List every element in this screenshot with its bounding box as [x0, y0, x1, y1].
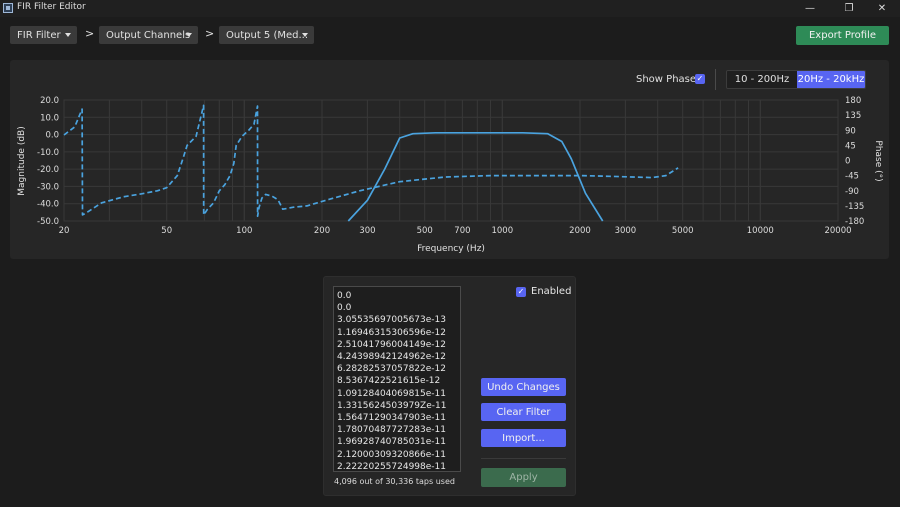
tap-value: 0.0 [337, 303, 352, 314]
close-icon[interactable]: ✕ [864, 0, 900, 17]
tap-value: 1.56471290347903e-11 [337, 413, 446, 424]
tap-value: 0.0 [337, 291, 352, 301]
tap-value: 1.16946315306596e-12 [337, 327, 446, 338]
output-label: Output 5 (Med... [226, 29, 309, 41]
filter-type-label: FIR Filter [17, 29, 61, 41]
range-option-full[interactable]: 20Hz - 20kHz [797, 71, 865, 88]
enabled-checkbox[interactable]: ✓ [516, 287, 526, 297]
minimize-icon[interactable]: — [792, 0, 828, 17]
chevron-down-icon [302, 33, 308, 37]
tap-value: 4.24398942124962e-12 [337, 352, 446, 363]
tap-value: 1.78070487727283e-11 [337, 425, 446, 436]
tap-value: 2.12000309320866e-11 [337, 449, 446, 460]
tap-value: 1.09128404069815e-11 [337, 388, 446, 399]
taps-used-text: 4,096 out of 30,336 taps used [334, 477, 455, 486]
show-phase-label: Show Phase [636, 74, 697, 85]
channel-group-dropdown[interactable]: Output Channels [99, 26, 198, 44]
tap-value: 6.28282537057822e-12 [337, 364, 446, 375]
tap-value: 3.05535697005673e-13 [337, 315, 446, 326]
apply-button[interactable]: Apply [481, 468, 566, 487]
divider [715, 69, 716, 90]
app-icon [3, 3, 13, 13]
clear-filter-button[interactable]: Clear Filter [481, 403, 566, 421]
tap-value: 1.3315624503979Ze-11 [337, 400, 447, 411]
filter-type-dropdown[interactable]: FIR Filter [10, 26, 77, 44]
export-profile-button[interactable]: Export Profile [796, 26, 889, 45]
output-dropdown[interactable]: Output 5 (Med... [219, 26, 314, 44]
import-button[interactable]: Import... [481, 429, 566, 447]
range-toggle: 10 - 200Hz 20Hz - 20kHz [726, 70, 866, 89]
breadcrumb-separator: > [205, 27, 215, 40]
chevron-down-icon [65, 33, 71, 37]
tap-value: 2.51041796004149e-12 [337, 339, 446, 350]
title-bar: FIR Filter Editor — ❐ ✕ [0, 0, 900, 17]
tap-value: 8.5367422521615e-12 [337, 376, 441, 387]
show-phase-checkbox[interactable]: ✓ [695, 74, 705, 84]
window-title: FIR Filter Editor [17, 2, 86, 12]
range-option-low[interactable]: 10 - 200Hz [727, 71, 797, 88]
breadcrumb-separator: > [85, 27, 95, 40]
chart-panel [10, 60, 889, 259]
enabled-label: Enabled [531, 286, 572, 297]
channel-group-label: Output Channels [106, 29, 191, 41]
restore-icon[interactable]: ❐ [831, 0, 867, 17]
tap-value: 1.96928740785031e-11 [337, 437, 446, 448]
tap-value: 2.22220255724998e-11 [337, 461, 446, 472]
taps-textarea[interactable]: 0.0 0.0 3.05535697005673e-13 1.169463153065… [333, 286, 461, 472]
undo-changes-button[interactable]: Undo Changes [481, 378, 566, 396]
divider [481, 458, 566, 459]
chevron-down-icon [186, 33, 192, 37]
